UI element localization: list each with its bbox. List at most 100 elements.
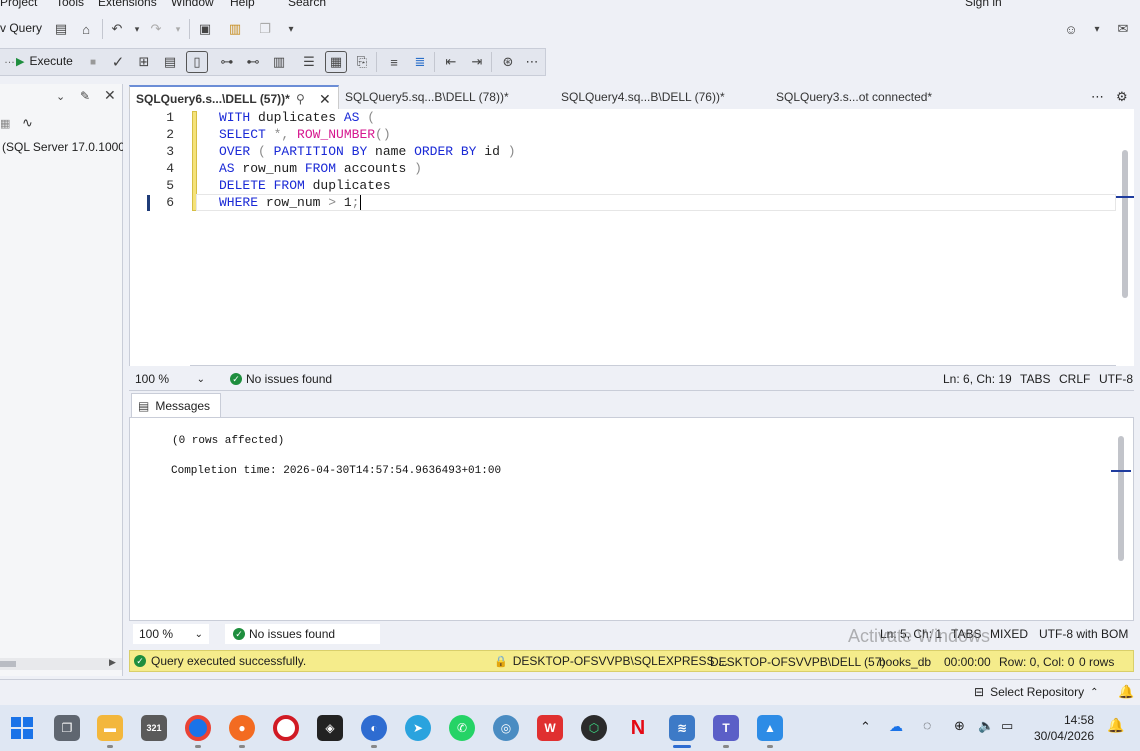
app-icon[interactable]: ◈	[317, 715, 343, 741]
issues-indicator[interactable]: ✓ No issues found	[225, 624, 380, 644]
activity-icon[interactable]: ∿	[22, 115, 33, 131]
vpn-icon[interactable]: ⬡	[581, 715, 607, 741]
indent-mode[interactable]: TABS	[1020, 372, 1050, 386]
close-icon[interactable]: ✕	[104, 87, 116, 104]
feedback-icon[interactable]: ✉	[1112, 18, 1134, 40]
editor-vertical-scrollbar[interactable]	[1116, 110, 1134, 366]
tab-overflow-icon[interactable]: ⋯	[1091, 85, 1104, 109]
network-icon[interactable]: ⊕	[954, 718, 965, 734]
ssms-icon[interactable]: ≋	[669, 715, 695, 741]
results-grid-icon[interactable]: ▦	[325, 51, 347, 73]
select-repository-button[interactable]: ⊟ Select Repository ⌃	[974, 685, 1099, 699]
stop-icon[interactable]: ■	[82, 51, 104, 73]
start-icon[interactable]	[9, 715, 35, 741]
menu-search[interactable]: Search	[288, 0, 326, 9]
chevron-up-icon[interactable]: ⌃	[860, 719, 871, 735]
chrome-icon[interactable]	[185, 715, 211, 741]
scroll-thumb[interactable]	[1118, 436, 1124, 561]
line-ending[interactable]: CRLF	[1059, 372, 1090, 386]
file-explorer-icon[interactable]: ▬	[97, 715, 123, 741]
firefox-icon[interactable]: ●	[229, 715, 255, 741]
opera-icon[interactable]	[273, 715, 299, 741]
menu-project[interactable]: Project	[0, 0, 37, 9]
clock[interactable]: 14:58 30/04/2026	[1030, 713, 1094, 743]
copilot-icon[interactable]: ☺	[1060, 18, 1082, 40]
task-view-icon[interactable]: ❐	[54, 715, 80, 741]
menu-window[interactable]: Window	[171, 0, 214, 9]
calendar-icon[interactable]: 321	[141, 715, 167, 741]
query-editor[interactable]: 1 2 3 4 5 6 WITH duplicates AS (SELECT *…	[129, 109, 1134, 366]
telegram-icon[interactable]: ➤	[405, 715, 431, 741]
redo-dropdown-icon[interactable]: ▾	[167, 18, 189, 40]
menu-tools[interactable]: Tools	[56, 0, 84, 9]
pin-tab-icon[interactable]: ⚲	[296, 87, 305, 111]
uncomment-icon[interactable]: ≣	[409, 51, 431, 73]
activity-monitor-icon[interactable]: ▣	[194, 18, 216, 40]
code-line[interactable]: SELECT *, ROW_NUMBER()	[219, 127, 391, 142]
whatsapp-icon[interactable]: ✆	[449, 715, 475, 741]
include-plan-icon[interactable]: ⊶	[216, 51, 238, 73]
copy-icon[interactable]: ❐	[254, 18, 276, 40]
filter-icon[interactable]: ▦	[0, 117, 10, 130]
open-file-icon[interactable]: ▤	[50, 18, 72, 40]
copilot-dropdown-icon[interactable]: ▾	[1086, 18, 1108, 40]
save-icon[interactable]: ⌂	[75, 18, 97, 40]
menu-extensions[interactable]: Extensions	[98, 0, 157, 9]
encoding[interactable]: UTF-8 with BOM	[1039, 627, 1128, 641]
code-line[interactable]: AS row_num FROM accounts )	[219, 161, 422, 176]
comment-icon[interactable]: ≡	[383, 51, 405, 73]
execute-button[interactable]: ▶ Execute	[16, 54, 73, 68]
code-line[interactable]: DELETE FROM duplicates	[219, 178, 391, 193]
issues-indicator[interactable]: ✓ No issues found	[230, 372, 332, 386]
new-query-button[interactable]: v Query	[0, 21, 42, 35]
results-to-grid-icon[interactable]: ▯	[186, 51, 208, 73]
server-node[interactable]: (SQL Server 17.0.1000 -	[2, 140, 123, 154]
query-options-icon[interactable]: ▤	[159, 51, 181, 73]
display-plan-icon[interactable]: ⊞	[133, 51, 155, 73]
notification-bell-icon[interactable]: 🔔	[1107, 717, 1124, 734]
tab-sqlquery6[interactable]: SQLQuery6.s...\DELL (57))* ⚲ ✕	[129, 85, 339, 109]
tab-sqlquery5[interactable]: SQLQuery5.sq...B\DELL (78))*	[345, 85, 509, 109]
tab-sqlquery3[interactable]: SQLQuery3.s...ot connected*	[776, 85, 932, 109]
results-file-icon[interactable]: ⎘	[351, 51, 373, 73]
wps-icon[interactable]: W	[537, 715, 563, 741]
volume-icon[interactable]: 🔈	[978, 718, 994, 734]
increase-indent-icon[interactable]: ⇥	[466, 51, 488, 73]
parse-check-icon[interactable]: ✓	[107, 51, 129, 73]
photos-icon[interactable]: ▲	[757, 715, 783, 741]
edge-icon[interactable]: ◐	[361, 715, 387, 741]
decrease-indent-icon[interactable]: ⇤	[440, 51, 462, 73]
cursor-position[interactable]: Ln: 6, Ch: 19	[943, 372, 1012, 386]
panel-dropdown-icon[interactable]: ⌄	[56, 90, 65, 103]
code-line[interactable]: OVER ( PARTITION BY name ORDER BY id )	[219, 144, 516, 159]
notifications-icon[interactable]: 🔔	[1118, 684, 1134, 700]
zoom-select[interactable]: 100 % ⌄	[135, 370, 205, 388]
zoom-select[interactable]: 100 % ⌄	[133, 624, 209, 644]
messages-pane[interactable]: (0 rows affected) Completion time: 2026-…	[129, 417, 1134, 621]
toolbar-more-icon[interactable]: ⋯	[521, 51, 543, 73]
scroll-right-icon[interactable]: ▶	[109, 657, 116, 668]
close-tab-icon[interactable]: ✕	[319, 87, 331, 111]
horizontal-scrollbar[interactable]: ▶	[0, 657, 122, 670]
live-stats-icon[interactable]: ⊷	[242, 51, 264, 73]
scroll-thumb[interactable]	[0, 661, 16, 667]
undo-icon[interactable]: ↶	[106, 18, 128, 40]
toolbar-overflow-icon[interactable]: ▾	[280, 18, 302, 40]
settings-icon[interactable]: ⚙	[1116, 85, 1128, 109]
teams-icon[interactable]: T	[713, 715, 739, 741]
security-icon[interactable]: ◌	[923, 717, 931, 733]
onedrive-icon[interactable]: ☁	[889, 718, 903, 735]
signin-link[interactable]: Sign in	[965, 0, 1002, 9]
client-stats-icon[interactable]: ▥	[268, 51, 290, 73]
results-to-text-icon[interactable]: ☰	[298, 51, 320, 73]
battery-icon[interactable]: ▭	[1001, 718, 1013, 734]
line-ending[interactable]: MIXED	[990, 627, 1028, 641]
tab-messages[interactable]: ▤ Messages	[131, 393, 222, 417]
browser-icon[interactable]: ◎	[493, 715, 519, 741]
code-line[interactable]: WHERE row_num > 1;	[219, 195, 362, 211]
object-explorer-icon[interactable]: ▥	[224, 18, 246, 40]
tab-sqlquery4[interactable]: SQLQuery4.sq...B\DELL (76))*	[561, 85, 725, 109]
scroll-thumb[interactable]	[1122, 150, 1128, 298]
redo-icon[interactable]: ↷	[145, 18, 167, 40]
menu-help[interactable]: Help	[230, 0, 255, 9]
